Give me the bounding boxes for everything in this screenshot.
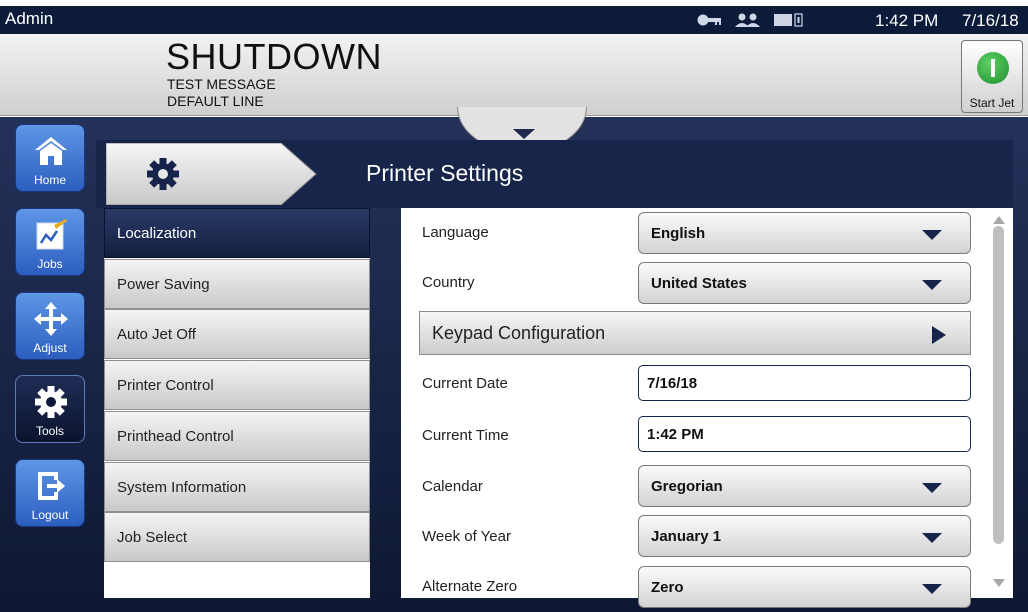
menu-item-power-saving[interactable]: Power Saving	[104, 259, 370, 309]
panel-gear-tab	[106, 143, 317, 205]
menu-item-auto-jet-off[interactable]: Auto Jet Off	[104, 309, 370, 359]
power-icon	[977, 52, 1009, 84]
scroll-up-icon[interactable]	[993, 216, 1005, 224]
scroll-thumb[interactable]	[993, 226, 1004, 544]
menu-item-printhead-control[interactable]: Printhead Control	[104, 411, 370, 461]
nav-logout-label: Logout	[31, 508, 69, 522]
keypad-configuration-label: Keypad Configuration	[432, 322, 606, 343]
settings-panel: Language English Country United States K…	[401, 208, 1013, 608]
alternate-zero-value: Zero	[651, 578, 684, 596]
chevron-down-icon	[922, 280, 942, 290]
week-of-year-value: January 1	[651, 527, 722, 545]
nav-tools-button[interactable]: Tools	[15, 375, 85, 443]
alternate-zero-label: Alternate Zero	[422, 578, 518, 595]
menu-item-printer-control[interactable]: Printer Control	[104, 360, 370, 410]
calendar-value: Gregorian	[651, 477, 723, 495]
nav-jobs-label: Jobs	[37, 257, 63, 271]
current-date-field[interactable]: 7/16/18	[638, 365, 971, 401]
chevron-right-icon	[932, 326, 946, 344]
start-jet-button[interactable]: Start Jet	[961, 40, 1023, 113]
key-icon	[697, 14, 721, 26]
nav-jobs-button[interactable]: Jobs	[15, 208, 85, 276]
current-message: TEST MESSAGE	[167, 76, 276, 92]
header: SHUTDOWN TEST MESSAGE DEFAULT LINE	[0, 34, 1028, 116]
user-name: Admin	[5, 9, 54, 28]
week-of-year-dropdown[interactable]: January 1	[638, 515, 971, 557]
clock-time: 1:42 PM	[875, 11, 939, 30]
chevron-down-icon	[922, 483, 942, 493]
menu-item-localization[interactable]: Localization	[104, 208, 370, 258]
current-line: DEFAULT LINE	[167, 93, 264, 109]
chevron-down-icon	[922, 533, 942, 543]
current-time-field[interactable]: 1:42 PM	[638, 416, 971, 452]
country-value: United States	[651, 274, 747, 292]
scroll-down-icon[interactable]	[993, 579, 1005, 587]
chevron-down-icon	[922, 230, 942, 240]
settings-menu: Localization Power Saving Auto Jet Off P…	[104, 208, 370, 598]
language-value: English	[651, 224, 706, 242]
clock-date: 7/16/18	[962, 11, 1019, 30]
home-icon	[35, 137, 67, 165]
nav-logout-button[interactable]: Logout	[15, 459, 85, 527]
printer-state: SHUTDOWN	[166, 36, 382, 77]
alternate-zero-dropdown[interactable]: Zero	[638, 566, 971, 608]
gear-icon	[35, 386, 67, 418]
battery-icon	[774, 13, 803, 27]
chevron-down-icon	[513, 129, 535, 139]
move-icon	[34, 302, 68, 336]
logout-icon	[38, 472, 65, 500]
start-jet-label: Start Jet	[969, 96, 1015, 110]
settings-scrollbar[interactable]	[985, 212, 1011, 598]
jobs-icon	[36, 219, 67, 250]
status-bar: Admin 1:42 PM 7/16/18	[0, 6, 1028, 34]
current-time-label: Current Time	[422, 427, 509, 444]
users-icon	[735, 13, 760, 27]
calendar-dropdown[interactable]: Gregorian	[638, 465, 971, 507]
nav-adjust-button[interactable]: Adjust	[15, 292, 85, 360]
calendar-label: Calendar	[422, 478, 483, 495]
country-label: Country	[422, 274, 475, 291]
menu-item-system-information[interactable]: System Information	[104, 462, 370, 512]
panel-header: Printer Settings	[96, 140, 1013, 208]
nav-home-button[interactable]: Home	[15, 124, 85, 192]
panel-title: Printer Settings	[366, 160, 524, 186]
header-info: TEST MESSAGE DEFAULT LINE	[167, 76, 276, 110]
language-label: Language	[422, 224, 489, 241]
country-dropdown[interactable]: United States	[638, 262, 971, 304]
menu-item-job-select[interactable]: Job Select	[104, 512, 370, 562]
nav-home-label: Home	[33, 173, 66, 187]
nav-adjust-label: Adjust	[33, 341, 67, 355]
current-date-label: Current Date	[422, 375, 508, 392]
nav-tools-label: Tools	[35, 424, 64, 438]
keypad-configuration-button[interactable]: Keypad Configuration	[419, 311, 971, 355]
chevron-down-icon	[922, 584, 942, 594]
language-dropdown[interactable]: English	[638, 212, 971, 254]
week-of-year-label: Week of Year	[422, 528, 511, 545]
